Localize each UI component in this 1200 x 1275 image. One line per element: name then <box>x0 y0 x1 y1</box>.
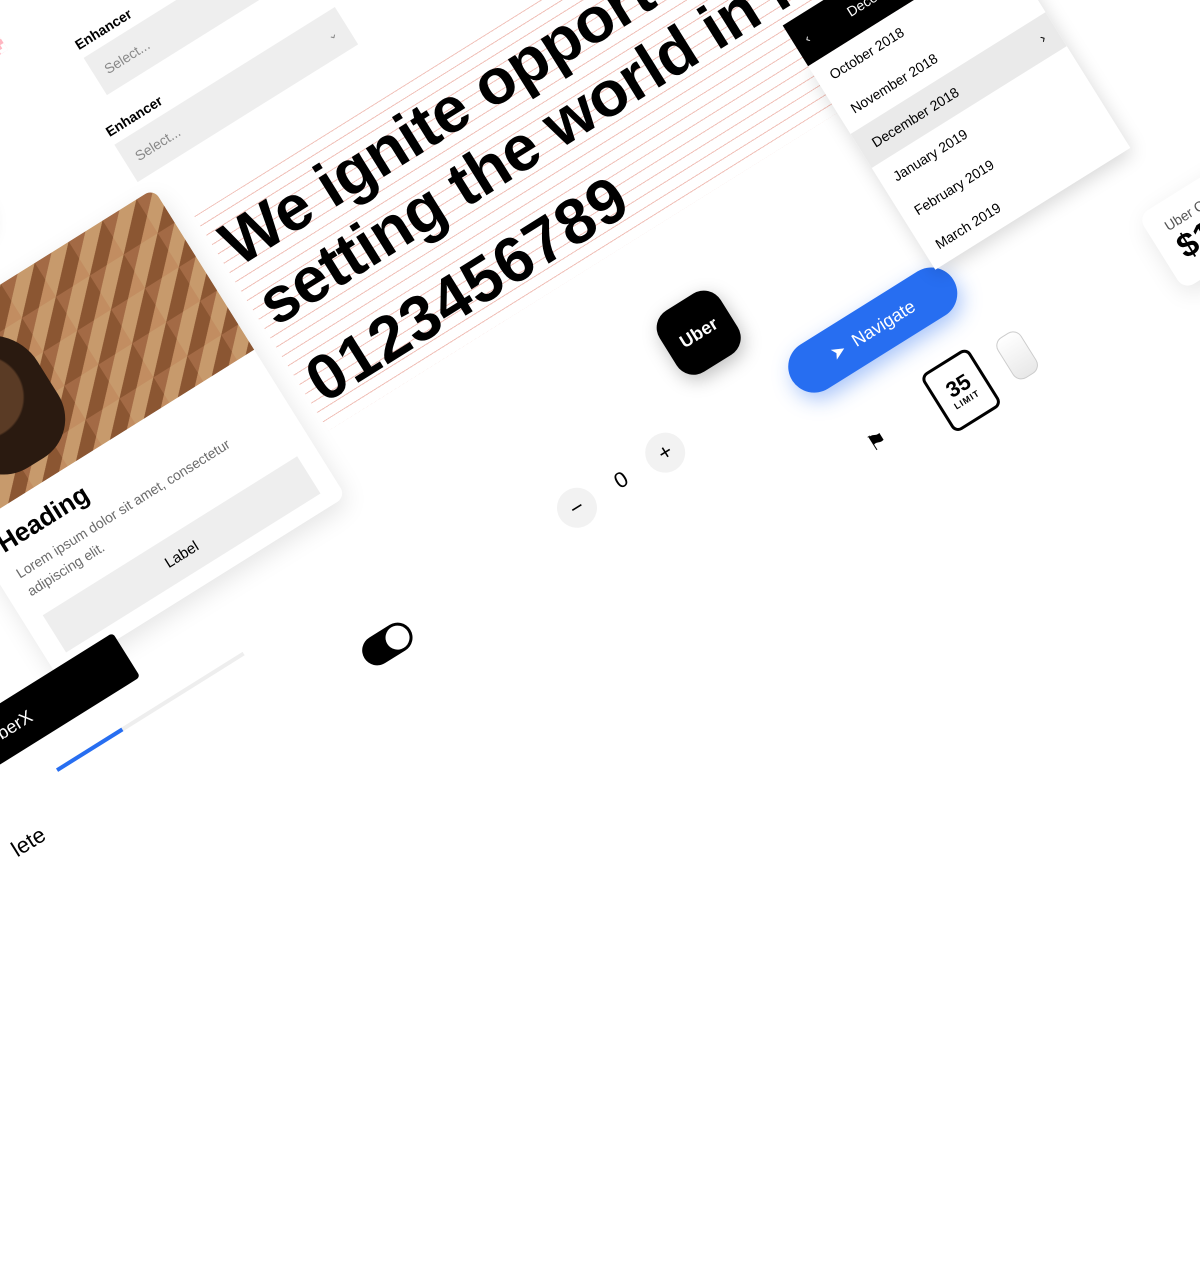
choose-label: ose UberX <box>0 706 36 769</box>
uber-cash-card[interactable]: Uber Cash $1 <box>1138 110 1200 290</box>
nav-arrow-icon: ➤ <box>826 339 850 365</box>
chevron-down-icon: ⌄ <box>324 26 340 43</box>
quantity-stepper: − 0 + <box>549 425 693 535</box>
speed-limit-sign: 35 LIMIT <box>919 347 1003 434</box>
map-pin-icon: ⚑ <box>862 425 893 458</box>
chevron-left-icon[interactable]: ‹ <box>802 31 813 45</box>
select-placeholder: Select... <box>132 123 183 163</box>
stepper-value: 0 <box>609 466 633 495</box>
delete-fragment[interactable]: lete <box>7 822 51 863</box>
navigate-label: Navigate <box>848 296 919 351</box>
car-icon <box>993 328 1042 384</box>
uber-badge-small[interactable]: Uber <box>649 283 748 382</box>
stepper-plus[interactable]: + <box>638 425 693 480</box>
progress-fill <box>56 728 123 772</box>
month-picker: ‹ December 2018 ⌄ October 2018November 2… <box>783 0 1131 270</box>
select-placeholder: Select... <box>101 37 152 77</box>
month-list[interactable]: October 2018November 2018December 2018›J… <box>808 0 1130 270</box>
stepper-minus[interactable]: − <box>549 480 604 535</box>
uber-logo-text: Uber <box>676 313 722 353</box>
toggle-switch[interactable] <box>357 617 419 671</box>
stamp-icon: ♥ <box>0 0 8 82</box>
